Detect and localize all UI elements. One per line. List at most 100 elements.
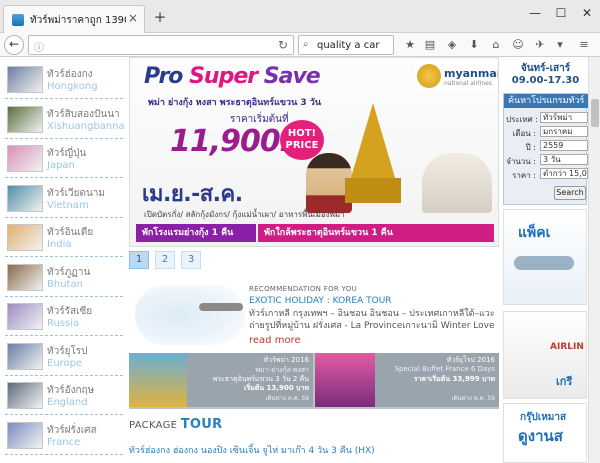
search-field-label: ราคา : xyxy=(512,171,536,180)
new-tab-button[interactable]: + xyxy=(150,8,170,26)
tour-search-box: ค้นหาโปรแกรมทัวร์ ประเทศ : ทัวร์พม่า เดือน… xyxy=(503,93,588,205)
recommendation-title-link[interactable]: EXOTIC HOLIDAY : KOREA TOUR xyxy=(249,296,392,306)
bookmark-star-icon[interactable]: ★ xyxy=(402,37,418,53)
search-field-row: ราคา : ต่ำกว่า 15,000 xyxy=(506,168,588,180)
search-field-select[interactable]: 2559 xyxy=(540,140,588,151)
emoji-icon[interactable]: ☺ xyxy=(510,37,526,53)
main-content: Pro Super Save myanmar national airlines… xyxy=(127,57,501,463)
office-hours: จันทร์-เสาร์ 09.00-17.30 xyxy=(511,63,580,86)
search-button[interactable]: Search xyxy=(554,186,586,200)
read-more-link[interactable]: read more xyxy=(249,335,301,346)
search-field-select[interactable]: 3 วัน xyxy=(540,154,588,165)
reader-list-icon[interactable]: ▤ xyxy=(422,37,438,53)
hotel-strip-1: พักโรงแรมย่างกุ้ง 1 คืน xyxy=(136,224,256,242)
recommendation-section: RECOMMENDATION FOR YOU EXOTIC HOLIDAY : … xyxy=(129,277,499,353)
country-thumbnail xyxy=(7,421,43,449)
sidebar-item-sublabel: Europe xyxy=(47,357,83,369)
sidebar-item-label: ทัวร์อินเดีย xyxy=(47,227,94,238)
banner-pager: 123 xyxy=(129,251,207,271)
maximize-button[interactable]: ☐ xyxy=(548,6,574,24)
sidebar-item-sublabel: England xyxy=(47,397,88,408)
banner-description: เปิดบัตรกั่ง/ สลักกุ้งมังกร/ กุ้งแม่น้ำเ… xyxy=(144,210,345,219)
minimize-button[interactable]: — xyxy=(522,6,548,24)
download-icon[interactable]: ⬇ xyxy=(466,37,482,53)
browser-tab[interactable]: ทัวร์พม่าราคาถูก 13900 ทัวร์… × xyxy=(3,5,145,33)
sidebar-item-sublabel: Hongkong xyxy=(47,81,98,92)
sidebar-item-bhutan[interactable]: ทัวร์ภูฏาน Bhutan xyxy=(5,259,123,297)
reload-icon[interactable]: ↻ xyxy=(278,38,288,52)
page-3-button[interactable]: 3 xyxy=(181,251,201,269)
myanmar-promo-image[interactable] xyxy=(129,353,187,407)
promo-cards: ทัวร์พม่า 2016 พม่า-ย่างกุ้ง-หงสา พระธาต… xyxy=(129,353,499,409)
menu-icon[interactable]: ≡ xyxy=(576,37,592,53)
recommendation-label: RECOMMENDATION FOR YOU xyxy=(249,285,357,293)
sidebar-item-hongkong[interactable]: ทัวร์ฮ่องกง Hongkong xyxy=(5,61,123,99)
search-field-select[interactable]: ต่ำกว่า 15,000 xyxy=(540,168,588,179)
tab-close-icon[interactable]: × xyxy=(128,11,138,25)
tab-bar: ทัวร์พม่าราคาถูก 13900 ทัวร์… × + — ☐ ✕ xyxy=(0,0,600,33)
scrollbar-thumb[interactable] xyxy=(591,99,599,127)
search-field-label: ปี : xyxy=(525,143,536,152)
sidebar-item-sublabel: Russia xyxy=(47,318,80,329)
sidebar-item-france[interactable]: ทัวร์ฝรั่งเศส France xyxy=(5,417,123,455)
europe-promo-card[interactable]: ทัวร์ยุโรป 2016 Special Buffet France 6 … xyxy=(375,353,499,407)
addon-icon[interactable]: ✈ xyxy=(532,37,548,53)
hotel-strip-2: พักใกล้พระธาตุอินทร์แขวน 1 คืน xyxy=(258,224,494,242)
dropdown-icon[interactable]: ▾ xyxy=(552,37,568,53)
country-thumbnail xyxy=(7,224,43,251)
sidebar-item-xishuangbanna[interactable]: ทัวร์สิบสองปันนา Xishuangbanna xyxy=(5,101,125,139)
back-arrow-icon: ← xyxy=(8,37,20,51)
search-bar[interactable]: ⌕ xyxy=(298,35,394,55)
sidebar-item-india[interactable]: ทัวร์อินเดีย India xyxy=(5,219,123,257)
package-item-link[interactable]: ทัวร์ฮ่องกง ฮ่องกง นองปิง เซินเจิ้น จูไห… xyxy=(129,443,499,457)
sidebar-item-sublabel: France xyxy=(47,436,81,448)
country-sidebar: ทัวร์ฮ่องกง Hongkong ทัวร์สิบสองปันนา Xishu… xyxy=(0,57,127,463)
sidebar-item-japan[interactable]: ทัวร์ญี่ปุ่น Japan xyxy=(5,140,123,178)
sidebar-item-sublabel: Japan xyxy=(47,160,75,171)
page-2-button[interactable]: 2 xyxy=(155,251,175,269)
pocket-icon[interactable]: ◈ xyxy=(444,37,460,53)
search-field-select[interactable]: ทัวร์พม่า xyxy=(540,112,588,123)
country-thumbnail xyxy=(7,145,43,172)
sidebar-item-label: ทัวร์ฝรั่งเศส xyxy=(47,424,97,436)
package-ad[interactable]: แพ็คเ xyxy=(503,209,587,305)
sidebar-item-label: ทัวร์สิบสองปันนา xyxy=(47,108,120,120)
page-scrollbar[interactable] xyxy=(588,57,600,463)
sidebar-item-label: ทัวร์ญี่ปุ่น xyxy=(47,148,87,159)
sidebar-item-europe[interactable]: ทัวร์ยุโรป Europe xyxy=(5,338,123,376)
sidebar-item-sublabel: India xyxy=(47,239,72,250)
tab-title: ทัวร์พม่าราคาถูก 13900 ทัวร์… xyxy=(30,15,126,26)
banner-months: เม.ย.-ส.ค. xyxy=(142,182,243,207)
back-button[interactable]: ← xyxy=(4,35,24,55)
country-thumbnail xyxy=(7,342,43,370)
sidebar-item-vietnam[interactable]: ทัวร์เวียดนาม Vietnam xyxy=(5,180,123,218)
sidebar-item-label: ทัวร์ภูฏาน xyxy=(47,266,91,278)
recommendation-body: ทัวร์เกาหลี กรุงเทพฯ – อินชอน อินชอน – ป… xyxy=(249,309,495,331)
search-input[interactable] xyxy=(317,38,391,52)
search-field-row: ปี : 2559 xyxy=(506,140,588,152)
airline-logo: myanmar national airlines xyxy=(415,62,498,90)
search-field-row: จำนวน : 3 วัน xyxy=(506,154,588,166)
sidebar-item-russia[interactable]: ทัวร์รัสเซีย Russia xyxy=(5,298,123,336)
home-icon[interactable]: ⌂ xyxy=(488,37,504,53)
airplane-icon xyxy=(514,256,574,270)
close-window-button[interactable]: ✕ xyxy=(574,6,600,24)
myanmar-promo-card[interactable]: ทัวร์พม่า 2016 พม่า-ย่างกุ้ง-หงสา พระธาต… xyxy=(187,353,313,407)
country-thumbnail xyxy=(7,303,43,330)
sidebar-item-label: ทัวร์ยุโรป xyxy=(47,345,88,357)
europe-promo-image[interactable] xyxy=(315,353,375,407)
search-icon: ⌕ xyxy=(303,39,309,50)
group-tour-ad[interactable]: กรุ๊ปเหมาส ดูงานส xyxy=(503,403,587,463)
promo-banner[interactable]: Pro Super Save myanmar national airlines… xyxy=(129,57,499,247)
search-field-select[interactable]: มกราคม xyxy=(540,126,588,137)
airline-ad[interactable]: AIRLIN เกรี xyxy=(503,311,587,399)
search-field-label: จำนวน : xyxy=(506,157,536,166)
url-bar[interactable]: ⓘ ↻ xyxy=(28,35,294,55)
page-1-button[interactable]: 1 xyxy=(129,251,149,269)
hot-price-badge: HOT! PRICE xyxy=(280,120,324,160)
sidebar-item-sublabel: Xishuangbanna xyxy=(47,120,125,132)
info-icon[interactable]: ⓘ xyxy=(34,39,44,54)
right-column: จันทร์-เสาร์ 09.00-17.30 ค้นหาโปรแกรมทัว… xyxy=(501,57,588,463)
sidebar-item-england[interactable]: ทัวร์อังกฤษ England xyxy=(5,377,123,415)
pagoda-base-image xyxy=(345,178,401,203)
